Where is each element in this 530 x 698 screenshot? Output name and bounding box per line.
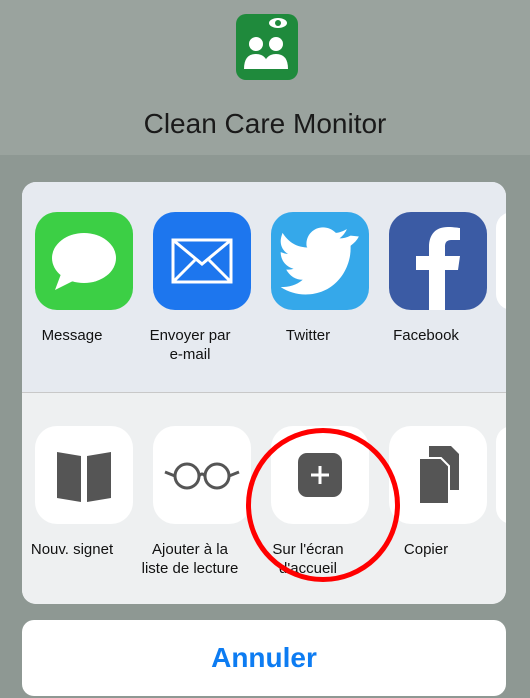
share-twitter-label: Twitter	[285, 327, 331, 344]
twitter-icon	[271, 212, 369, 310]
more-apps-edge[interactable]	[496, 212, 506, 310]
highlight-annotation-circle	[246, 428, 400, 582]
share-message-label: Message	[41, 327, 103, 344]
cancel-button-label: Annuler	[211, 642, 317, 673]
share-facebook-label: Facebook	[393, 327, 459, 344]
more-actions-edge[interactable]	[496, 426, 506, 524]
mail-icon	[153, 212, 251, 310]
bookmark-icon	[35, 426, 133, 524]
app-icon	[236, 14, 298, 80]
messages-icon	[35, 212, 133, 310]
app-title: Clean Care Monitor	[143, 108, 387, 139]
clean-care-monitor-logo-icon	[244, 18, 288, 69]
cancel-button[interactable]: Annuler	[22, 620, 506, 696]
share-mail-label: Envoyer par e-mail	[149, 327, 231, 363]
share-apps-row: Message Envoyer par e-mail Twitter Faceb…	[22, 182, 506, 392]
action-bookmark-label: Nouv. signet	[30, 541, 114, 558]
copy-icon	[389, 426, 487, 524]
row-divider	[22, 392, 506, 393]
action-reading-list-label: Ajouter à la liste de lecture	[141, 541, 239, 577]
facebook-icon	[389, 212, 487, 310]
reading-list-icon	[153, 426, 251, 524]
app-header: Clean Care Monitor	[0, 0, 530, 155]
